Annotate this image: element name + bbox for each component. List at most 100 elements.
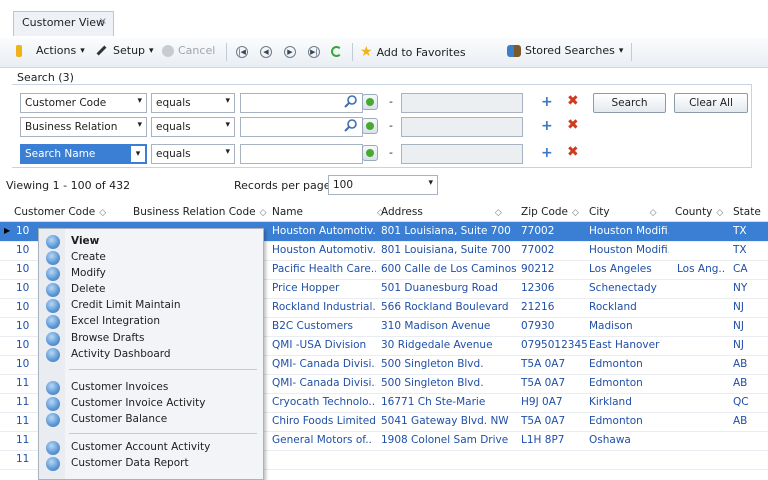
range-dash: - (389, 146, 393, 159)
menu-item-activity-dashboard[interactable]: Activity Dashboard (39, 347, 263, 363)
cell-customer-code: 10 (16, 320, 30, 332)
search-button[interactable]: Search (593, 93, 666, 113)
field-dropdown-search-name[interactable]: Search Name ▾ (20, 144, 147, 164)
globe-icon (46, 299, 60, 313)
tab-customer-view[interactable]: Customer View × (13, 11, 114, 36)
field-value: Business Relation (25, 121, 118, 133)
cell-name: Houston Automotiv.. (272, 225, 376, 237)
first-record-icon[interactable]: |◀ (236, 46, 248, 58)
tab-strip: Customer View × (0, 0, 768, 39)
grid-header: Customer Code ◇ Business Relation Code ◇ N… (0, 203, 768, 222)
add-criteria-icon[interactable]: + (541, 94, 553, 110)
cell-zip: T5A 0A7 (521, 358, 566, 370)
stored-searches-button[interactable]: Stored Searches ▾ (507, 44, 623, 57)
menu-item-label: Activity Dashboard (71, 348, 171, 360)
menu-item-create[interactable]: Create (39, 250, 263, 266)
column-header-state[interactable]: State (733, 206, 761, 218)
menu-item-customer-balance[interactable]: Customer Balance (39, 412, 263, 428)
column-header-address[interactable]: Address ◇ (381, 206, 502, 218)
globe-icon (46, 413, 60, 427)
menu-item-customer-invoice-activity[interactable]: Customer Invoice Activity (39, 396, 263, 412)
next-record-icon[interactable]: ▶ (284, 46, 296, 58)
range-to-input[interactable] (401, 93, 523, 113)
menu-item-label: View (71, 235, 100, 247)
refresh-icon[interactable] (331, 46, 342, 57)
lookup-magnifier-icon[interactable] (344, 94, 358, 108)
column-header-county[interactable]: County ◇ (675, 206, 723, 218)
cancel-button[interactable]: Cancel (162, 44, 215, 57)
cell-state: AB (733, 358, 748, 370)
cell-state: NY (733, 282, 748, 294)
column-header-business-relation-code[interactable]: Business Relation Code ◇ (133, 206, 267, 218)
globe-icon (46, 348, 60, 362)
remove-criteria-icon[interactable]: ✖ (567, 117, 579, 133)
records-per-page-select[interactable]: 100 ▾ (328, 175, 438, 195)
range-dash: - (389, 95, 393, 108)
clear-all-button[interactable]: Clear All (674, 93, 748, 113)
current-row-indicator-icon: ▶ (4, 226, 11, 235)
menu-item-customer-data-report[interactable]: Customer Data Report (39, 456, 263, 472)
range-to-input[interactable] (401, 117, 523, 137)
operator-dropdown[interactable]: equals ▾ (151, 144, 235, 164)
operator-value: equals (156, 121, 191, 133)
pencil-icon (96, 45, 107, 56)
menu-item-customer-account-activity[interactable]: Customer Account Activity (39, 440, 263, 456)
menu-item-delete[interactable]: Delete (39, 282, 263, 298)
cell-customer-code: 11 (16, 396, 30, 408)
menu-item-view[interactable]: View (39, 234, 263, 250)
chevron-down-icon: ▾ (225, 120, 230, 130)
cell-state: CA (733, 263, 748, 275)
cell-name: Pacific Health Care.. (272, 263, 376, 275)
sort-icon: ◇ (494, 208, 502, 218)
cell-zip: L1H 8P7 (521, 434, 565, 446)
range-to-input[interactable] (401, 144, 523, 164)
cell-city: Rockland (589, 301, 637, 313)
go-icon[interactable] (362, 94, 378, 110)
column-header-zip-code[interactable]: Zip Code ◇ (521, 206, 579, 218)
globe-icon (46, 283, 60, 297)
column-header-name[interactable]: Name ◇ (272, 206, 384, 218)
tab-close-icon[interactable]: × (99, 16, 107, 27)
sort-icon: ◇ (716, 208, 724, 218)
cell-address: 500 Singleton Blvd. (381, 358, 484, 370)
last-record-icon[interactable]: ▶| (308, 46, 320, 58)
menu-item-customer-invoices[interactable]: Customer Invoices (39, 380, 263, 396)
setup-menu-button[interactable]: Setup ▾ (96, 44, 154, 57)
remove-criteria-icon[interactable]: ✖ (567, 144, 579, 160)
cell-city: Kirkland (589, 396, 632, 408)
column-header-city[interactable]: City ◇ (589, 206, 657, 218)
menu-item-label: Create (71, 251, 106, 263)
operator-dropdown[interactable]: equals ▾ (151, 117, 235, 137)
add-criteria-icon[interactable]: + (541, 145, 553, 161)
globe-icon (46, 251, 60, 265)
field-dropdown-customer-code[interactable]: Customer Code ▾ (20, 93, 147, 113)
menu-item-browse-drafts[interactable]: Browse Drafts (39, 331, 263, 347)
search-value-input[interactable] (240, 144, 363, 164)
field-dropdown-business-relation[interactable]: Business Relation ▾ (20, 117, 147, 137)
operator-dropdown[interactable]: equals ▾ (151, 93, 235, 113)
chevron-down-icon: ▾ (225, 96, 230, 106)
people-icon (507, 44, 521, 57)
cell-name: General Motors of.. (272, 434, 372, 446)
add-to-favorites-button[interactable]: ★ Add to Favorites (360, 44, 466, 60)
sort-icon: ◇ (649, 208, 657, 218)
actions-menu-button[interactable]: Actions ▾ (36, 44, 85, 57)
menu-item-excel-integration[interactable]: Excel Integration (39, 314, 263, 330)
remove-criteria-icon[interactable]: ✖ (567, 93, 579, 109)
menu-item-label: Modify (71, 267, 106, 279)
chevron-down-icon: ▾ (137, 96, 142, 106)
menu-item-modify[interactable]: Modify (39, 266, 263, 282)
cell-customer-code: 10 (16, 263, 30, 275)
cell-city: East Hanover (589, 339, 660, 351)
add-criteria-icon[interactable]: + (541, 118, 553, 134)
cell-city: Los Angeles (589, 263, 652, 275)
menu-separator (69, 369, 257, 370)
cell-zip: 12306 (521, 282, 555, 294)
go-icon[interactable] (362, 145, 378, 161)
menu-item-credit-limit-maintain[interactable]: Credit Limit Maintain (39, 298, 263, 314)
previous-record-icon[interactable]: ◀ (260, 46, 272, 58)
lookup-magnifier-icon[interactable] (344, 118, 358, 132)
globe-icon (46, 397, 60, 411)
column-header-customer-code[interactable]: Customer Code ◇ (14, 206, 106, 218)
go-icon[interactable] (362, 118, 378, 134)
